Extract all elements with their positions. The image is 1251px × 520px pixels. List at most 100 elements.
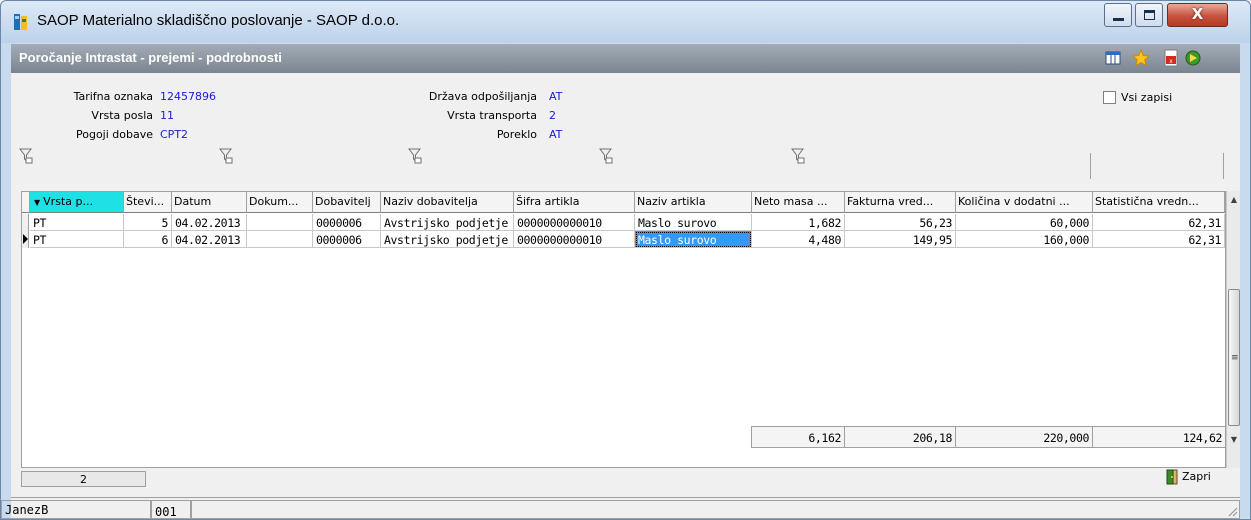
columns-icon[interactable] xyxy=(1104,49,1122,67)
vsi-zapisi-label[interactable]: Vsi zapisi xyxy=(1121,91,1172,104)
cell-stevilka[interactable]: 6 xyxy=(124,231,172,248)
close-form-button[interactable]: Zapri xyxy=(1164,469,1211,489)
vrsta-transporta-label: Vrsta transporta xyxy=(447,109,537,122)
app-icon xyxy=(14,14,27,30)
status-bar: JanezB 001 xyxy=(1,497,1240,519)
cell-neto-masa[interactable]: 4,480 xyxy=(752,231,845,248)
column-header-sifra-artikla[interactable]: Šifra artikla xyxy=(514,192,635,213)
tarifna-oznaka-value: 12457896 xyxy=(160,90,216,103)
drzava-odposiljanja-value: AT xyxy=(549,90,563,103)
column-header-statisticna-vrednost[interactable]: Statistična vredn... xyxy=(1093,192,1225,213)
exit-icon[interactable] xyxy=(1184,49,1202,67)
cell-vrsta-prejema[interactable]: PT xyxy=(30,231,124,248)
maximize-button[interactable] xyxy=(1135,3,1163,27)
minimize-icon xyxy=(1113,18,1124,21)
total-statisticna-vrednost: 124,62 xyxy=(1092,426,1226,448)
cell-kolicina[interactable]: 160,000 xyxy=(956,231,1093,248)
close-form-label: Zapri xyxy=(1182,470,1211,483)
poreklo-value: AT xyxy=(549,128,563,141)
status-user: JanezB xyxy=(1,500,151,519)
divider xyxy=(1090,153,1091,179)
total-neto-masa: 6,162 xyxy=(751,426,845,448)
status-code: 001 xyxy=(151,500,191,519)
cell-statisticna-vrednost[interactable]: 62,31 xyxy=(1093,214,1225,231)
export-pdf-icon[interactable]: x xyxy=(1162,49,1180,67)
row-indicator-header xyxy=(22,192,30,213)
cell-datum[interactable]: 04.02.2013 xyxy=(172,214,247,231)
cell-naziv-artikla-selected[interactable]: Maslo surovo xyxy=(635,231,752,248)
vrsta-posla-value: 11 xyxy=(160,109,174,122)
column-header-naziv-artikla[interactable]: Naziv artikla xyxy=(635,192,752,213)
column-header-dokument[interactable]: Dokum... xyxy=(247,192,313,213)
record-count: 2 xyxy=(21,471,146,487)
scroll-thumb[interactable]: ≡ xyxy=(1228,289,1240,426)
app-window: SAOP Materialno skladiščno poslovanje - … xyxy=(0,0,1251,520)
maximize-icon xyxy=(1144,10,1155,20)
resize-grip-icon[interactable] xyxy=(1226,505,1238,517)
row-indicator[interactable] xyxy=(22,231,29,248)
table-row[interactable]: PT 6 04.02.2013 0000006 Avstrijsko podje… xyxy=(22,231,1225,248)
vertical-scrollbar[interactable]: ▲ ≡ ▼ xyxy=(1226,191,1240,468)
window-title: SAOP Materialno skladiščno poslovanje - … xyxy=(37,12,400,29)
scroll-down-icon[interactable]: ▼ xyxy=(1227,435,1241,447)
column-header-dobavitelj[interactable]: Dobavitelj xyxy=(313,192,381,213)
row-indicator[interactable] xyxy=(22,214,29,231)
cell-fakturna-vrednost[interactable]: 149,95 xyxy=(845,231,956,248)
cell-fakturna-vrednost[interactable]: 56,23 xyxy=(845,214,956,231)
column-header-stevilka[interactable]: Števi... xyxy=(124,192,172,213)
tarifna-oznaka-label: Tarifna oznaka xyxy=(73,90,153,103)
filter-icon[interactable] xyxy=(19,148,33,164)
cell-naziv-artikla[interactable]: Maslo surovo xyxy=(635,214,752,231)
cell-dobavitelj[interactable]: 0000006 xyxy=(313,214,381,231)
cell-vrsta-prejema[interactable]: PT xyxy=(30,214,124,231)
column-header-kolicina[interactable]: Količina v dodatni ... xyxy=(956,192,1093,213)
cell-datum[interactable]: 04.02.2013 xyxy=(172,231,247,248)
table-row[interactable]: PT 5 04.02.2013 0000006 Avstrijsko podje… xyxy=(22,214,1225,231)
drzava-odposiljanja-label: Država odpošiljanja xyxy=(428,90,537,103)
total-kolicina: 220,000 xyxy=(955,426,1093,448)
divider xyxy=(1223,153,1224,179)
minimize-button[interactable] xyxy=(1104,3,1132,27)
form-client-area: Tarifna oznaka 12457896 Vrsta posla 11 P… xyxy=(1,73,1240,519)
vrsta-transporta-value: 2 xyxy=(549,109,556,122)
vsi-zapisi-checkbox[interactable] xyxy=(1103,91,1116,104)
status-message xyxy=(191,500,1240,519)
scroll-up-icon[interactable]: ▲ xyxy=(1227,195,1241,207)
form-title: Poročanje Intrastat - prejemi - podrobno… xyxy=(19,50,282,65)
total-fakturna-vrednost: 206,18 xyxy=(844,426,956,448)
cell-dokument[interactable] xyxy=(247,231,313,248)
cell-kolicina[interactable]: 60,000 xyxy=(956,214,1093,231)
column-header-fakturna-vrednost[interactable]: Fakturna vred... xyxy=(845,192,956,213)
pogoji-dobave-label: Pogoji dobave xyxy=(75,128,153,141)
filter-icon[interactable] xyxy=(599,148,613,164)
cell-neto-masa[interactable]: 1,682 xyxy=(752,214,845,231)
current-row-arrow-icon xyxy=(23,234,28,244)
cell-statisticna-vrednost[interactable]: 62,31 xyxy=(1093,231,1225,248)
cell-naziv-dobavitelja[interactable]: Avstrijsko podjetje xyxy=(381,231,514,248)
sort-desc-icon: ▼ xyxy=(34,198,41,207)
cell-sifra-artikla[interactable]: 0000000000010 xyxy=(514,231,635,248)
cell-dokument[interactable] xyxy=(247,214,313,231)
poreklo-label: Poreklo xyxy=(496,128,537,141)
title-bar[interactable]: SAOP Materialno skladiščno poslovanje - … xyxy=(1,1,1250,43)
cell-dobavitelj[interactable]: 0000006 xyxy=(313,231,381,248)
grip-icon: ≡ xyxy=(1231,353,1239,363)
column-header-datum[interactable]: Datum xyxy=(172,192,247,213)
vrsta-posla-label: Vrsta posla xyxy=(91,109,153,122)
filter-icon[interactable] xyxy=(408,148,422,164)
column-header-vrsta-prejema[interactable]: ▼ Vrsta p... xyxy=(30,192,124,213)
form-title-bar: Poročanje Intrastat - prejemi - podrobno… xyxy=(11,44,1240,73)
filter-icon[interactable] xyxy=(791,148,805,164)
svg-text:x: x xyxy=(1169,58,1173,65)
filter-icon[interactable] xyxy=(219,148,233,164)
favorite-star-icon[interactable] xyxy=(1132,49,1150,67)
close-icon: X xyxy=(1191,5,1204,23)
column-header-naziv-dobavitelja[interactable]: Naziv dobavitelja xyxy=(381,192,514,213)
cell-naziv-dobavitelja[interactable]: Avstrijsko podjetje xyxy=(381,214,514,231)
door-exit-icon xyxy=(1166,469,1178,485)
close-button[interactable]: X xyxy=(1167,3,1228,27)
cell-sifra-artikla[interactable]: 0000000000010 xyxy=(514,214,635,231)
column-header-neto-masa[interactable]: Neto masa ... xyxy=(752,192,845,213)
cell-stevilka[interactable]: 5 xyxy=(124,214,172,231)
pogoji-dobave-value: CPT2 xyxy=(160,128,189,141)
